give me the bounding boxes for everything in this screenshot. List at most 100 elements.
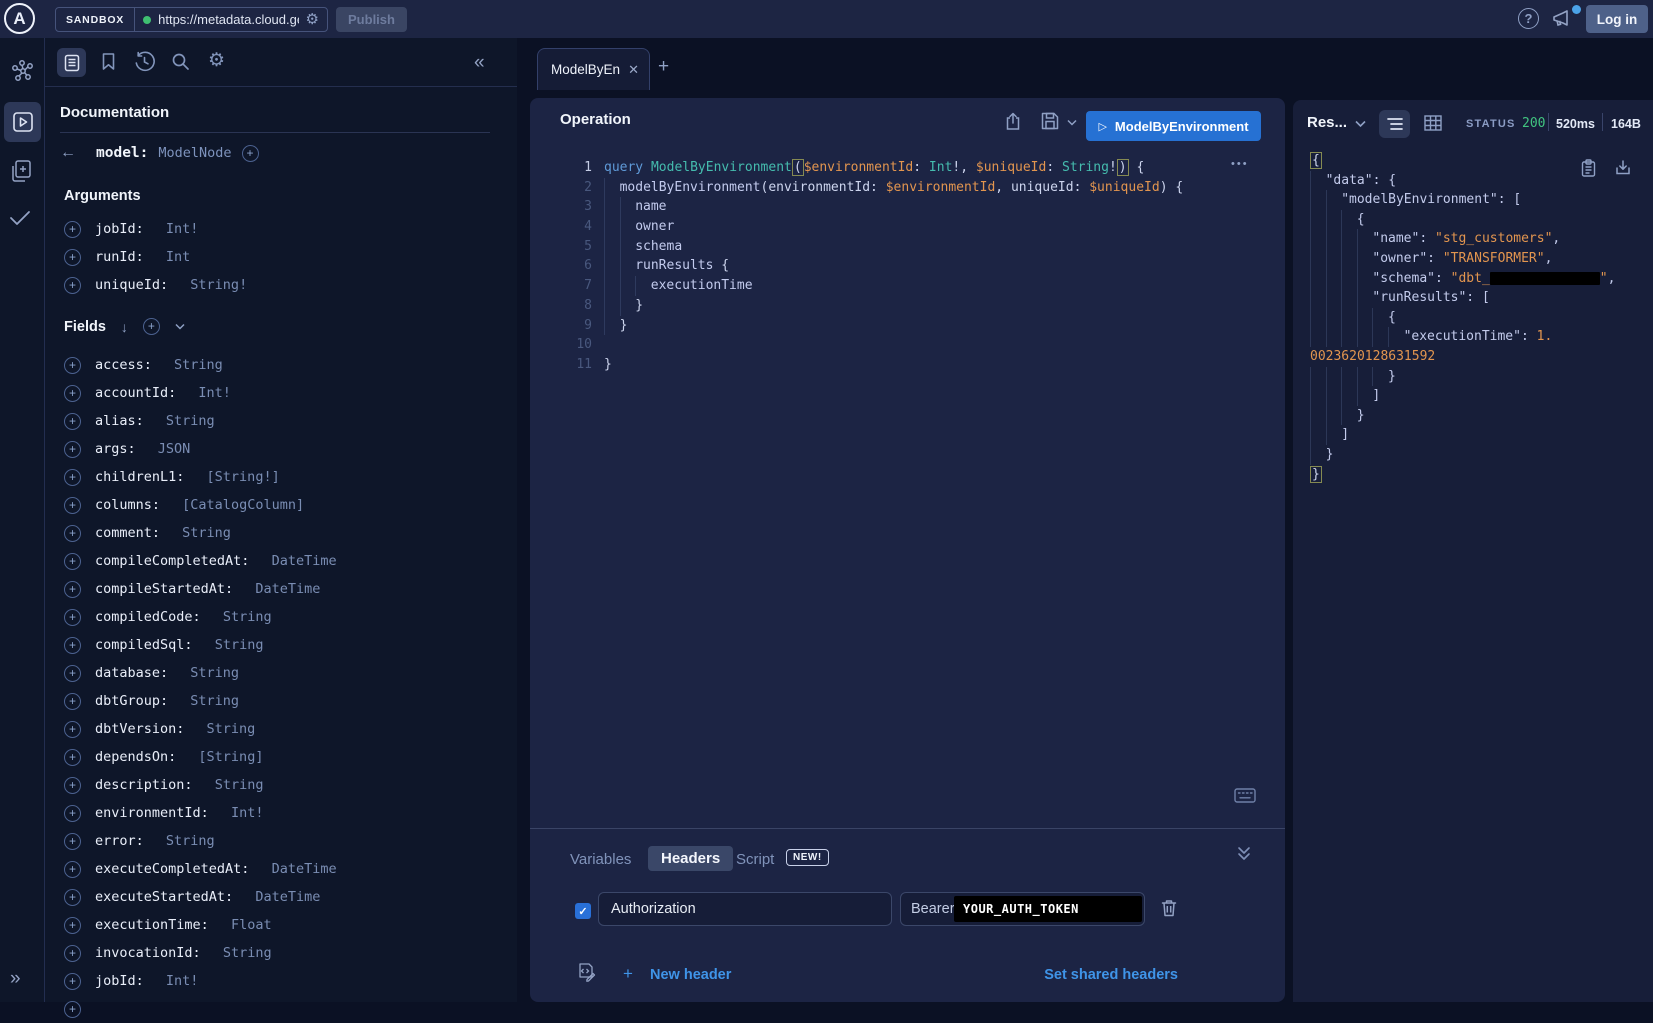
expand-rail-icon[interactable]: » [10, 968, 21, 990]
search-icon[interactable] [171, 52, 190, 71]
field-row[interactable]: +childrenL1: [String!] [64, 463, 504, 491]
field-row[interactable]: +columns: [CatalogColumn] [64, 491, 504, 519]
field-row[interactable]: +accountId: Int! [64, 379, 504, 407]
add-all-fields-icon[interactable]: + [143, 318, 160, 335]
field-row[interactable]: +compiledCode: String [64, 603, 504, 631]
argument-row[interactable]: +uniqueId: String! [64, 271, 504, 299]
collapse-sidebar-icon[interactable]: « [474, 52, 485, 74]
table-view-toggle-icon[interactable] [1424, 115, 1442, 131]
new-header-button[interactable]: New header [650, 967, 731, 983]
response-dropdown[interactable]: Res... [1307, 114, 1347, 131]
sort-icon[interactable]: ↓ [121, 319, 128, 335]
field-row[interactable]: +compiledSql: String [64, 631, 504, 659]
add-to-query-icon[interactable]: + [64, 749, 81, 766]
set-shared-headers-link[interactable]: Set shared headers [1044, 967, 1178, 983]
keyboard-shortcuts-icon[interactable] [1234, 788, 1256, 803]
share-icon[interactable] [1005, 112, 1021, 131]
delete-header-icon[interactable] [1161, 899, 1177, 917]
download-response-icon[interactable] [1615, 159, 1631, 176]
add-to-query-icon[interactable]: + [64, 665, 81, 682]
header-value-input[interactable]: Bearer YOUR_AUTH_TOKEN [900, 892, 1145, 926]
add-to-query-icon[interactable]: + [64, 581, 81, 598]
add-to-query-icon[interactable]: + [64, 637, 81, 654]
schema-graph-icon[interactable] [10, 58, 35, 83]
add-to-query-icon[interactable]: + [64, 721, 81, 738]
query-editor[interactable]: query ModelByEnvironment($environmentId:… [604, 158, 1183, 375]
add-to-query-icon[interactable]: + [64, 469, 81, 486]
endpoint-url-field[interactable]: https://metadata.cloud.getd ⚙ [135, 12, 327, 27]
tab-variables[interactable]: Variables [570, 851, 631, 868]
add-to-query-icon[interactable]: + [64, 861, 81, 878]
field-row[interactable]: +executeStartedAt: DateTime [64, 883, 504, 911]
field-row[interactable]: +dependsOn: [String] [64, 743, 504, 771]
add-to-query-icon[interactable]: + [64, 357, 81, 374]
announcements-megaphone-icon[interactable] [1551, 9, 1573, 29]
add-to-query-icon[interactable]: + [64, 889, 81, 906]
add-to-query-icon[interactable]: + [64, 277, 81, 294]
editor-more-options-icon[interactable]: ••• [1231, 158, 1249, 170]
add-to-query-icon[interactable]: + [64, 553, 81, 570]
apollo-logo[interactable]: A [4, 3, 35, 34]
add-to-query-icon[interactable]: + [64, 385, 81, 402]
header-name-input[interactable]: Authorization [598, 892, 892, 926]
add-to-query-icon[interactable]: + [64, 917, 81, 934]
add-to-query-icon[interactable]: + [64, 609, 81, 626]
back-arrow-icon[interactable]: ← [60, 144, 86, 162]
add-to-query-icon[interactable]: + [64, 777, 81, 794]
header-enabled-checkbox[interactable]: ✓ [575, 903, 591, 919]
field-row[interactable]: +args: JSON [64, 435, 504, 463]
history-icon[interactable] [134, 51, 155, 72]
add-to-query-icon[interactable]: + [64, 249, 81, 266]
field-row[interactable]: +jobId: Int! [64, 967, 504, 995]
field-row[interactable]: +dbtVersion: String [64, 715, 504, 743]
add-to-query-icon[interactable]: + [64, 973, 81, 990]
raw-view-toggle-active[interactable] [1379, 110, 1410, 138]
checks-icon[interactable] [8, 208, 32, 228]
settings-gear-icon[interactable]: ⚙ [208, 51, 225, 70]
add-field-icon[interactable]: + [242, 145, 259, 162]
explorer-nav-active[interactable] [4, 102, 41, 142]
endpoint-bar[interactable]: SANDBOX https://metadata.cloud.getd ⚙ [55, 7, 328, 32]
chevron-down-icon[interactable] [175, 323, 185, 330]
header-script-icon[interactable] [576, 962, 596, 982]
tab-headers[interactable]: Headers [648, 846, 733, 871]
add-to-query-icon[interactable]: + [64, 441, 81, 458]
endpoint-url[interactable]: https://metadata.cloud.getd [158, 12, 298, 27]
field-row[interactable]: +error: String [64, 827, 504, 855]
documentation-tab-active[interactable] [57, 48, 86, 77]
publish-button[interactable]: Publish [336, 7, 407, 32]
add-to-query-icon[interactable]: + [64, 945, 81, 962]
argument-row[interactable]: +runId: Int [64, 243, 504, 271]
collapse-footer-icon[interactable] [1237, 846, 1251, 862]
add-to-query-icon[interactable]: + [64, 525, 81, 542]
field-row[interactable]: +comment: String [64, 519, 504, 547]
field-row[interactable]: +alias: String [64, 407, 504, 435]
login-button[interactable]: Log in [1586, 5, 1648, 33]
field-row[interactable]: +invocationId: String [64, 939, 504, 967]
field-row[interactable]: +compileStartedAt: DateTime [64, 575, 504, 603]
collections-icon[interactable] [9, 158, 33, 184]
field-row[interactable]: +environmentId: Int! [64, 799, 504, 827]
add-to-query-icon[interactable]: + [64, 413, 81, 430]
new-header-plus-icon[interactable]: + [623, 964, 633, 984]
tab-script[interactable]: Script [736, 851, 774, 868]
field-row[interactable]: +description: String [64, 771, 504, 799]
new-tab-icon[interactable]: + [658, 56, 669, 78]
add-to-query-icon[interactable]: + [64, 693, 81, 710]
close-tab-icon[interactable]: ✕ [628, 62, 639, 78]
run-operation-button[interactable]: ▷ ModelByEnvironment [1086, 111, 1261, 141]
response-chevron-icon[interactable] [1355, 120, 1366, 128]
bookmark-icon[interactable] [101, 52, 116, 71]
add-to-query-icon[interactable]: + [64, 833, 81, 850]
save-icon[interactable] [1041, 112, 1059, 130]
help-icon[interactable]: ? [1518, 8, 1539, 29]
add-to-query-icon[interactable]: + [64, 221, 81, 238]
operation-tab[interactable]: ModelByEnvi... ✕ [537, 48, 650, 90]
field-row[interactable]: +executionTime: Float [64, 911, 504, 939]
argument-row[interactable]: +jobId: Int! [64, 215, 504, 243]
breadcrumb-type[interactable]: ModelNode [158, 145, 231, 161]
field-row[interactable]: +compileCompletedAt: DateTime [64, 547, 504, 575]
field-row[interactable]: + [64, 995, 504, 1023]
add-to-query-icon[interactable]: + [64, 805, 81, 822]
save-menu-chevron-icon[interactable] [1067, 119, 1077, 126]
